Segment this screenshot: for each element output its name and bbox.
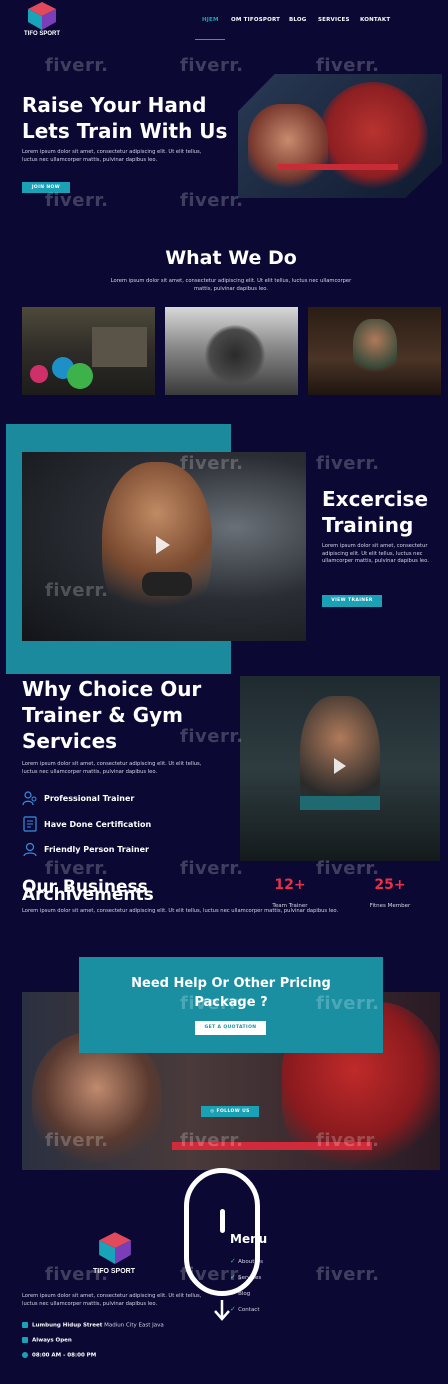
watermark-16: fiverr.: [180, 1130, 244, 1151]
watermark-13: fiverr.: [180, 993, 244, 1014]
service-image-2: [165, 307, 298, 395]
pricing-title-line1: Need Help Or Other Pricing: [131, 976, 331, 991]
hero-title: Raise Your Hand Lets Train With Us: [22, 92, 242, 144]
follow-us-label: FOLLOW US: [216, 1109, 250, 1114]
exercise-title-line2: Training: [322, 513, 414, 537]
exercise-text: Lorem ipsum dolor sit amet, consectetur …: [322, 543, 429, 564]
stat-fitness-member: 25+ Fitnes Member: [358, 877, 422, 909]
watermark-12: fiverr.: [316, 858, 380, 879]
watermark-7: fiverr.: [180, 453, 244, 474]
feature-friendly-trainer: Friendly Person Trainer: [22, 841, 149, 857]
view-trainer-button[interactable]: VIEW TRAINER: [322, 595, 382, 607]
watermark-20: fiverr.: [316, 1264, 380, 1285]
get-quotation-button[interactable]: GET A QUOTATION: [195, 1021, 266, 1035]
scroll-wheel: [220, 1209, 225, 1233]
friendly-person-icon: [23, 842, 37, 857]
watermark-15: fiverr.: [45, 1130, 109, 1151]
footer-hours: 08:00 AM - 08:00 PM: [22, 1352, 96, 1359]
service-image-1: [22, 307, 155, 395]
watermark-2: fiverr.: [180, 55, 244, 76]
watermark-3: fiverr.: [316, 55, 380, 76]
feature-professional-trainer: Professional Trainer: [22, 790, 134, 806]
scroll-mouse-icon[interactable]: [184, 1168, 260, 1296]
scroll-down-arrow-icon[interactable]: [212, 1298, 232, 1322]
open-text: Always Open: [32, 1337, 72, 1344]
follow-us-button[interactable]: ◎ FOLLOW US: [201, 1106, 259, 1117]
nav-item-om-tifosport[interactable]: OM TIFOSPORT: [231, 17, 280, 23]
hero-title-line1: Raise Your Hand: [22, 93, 207, 117]
watermark-11: fiverr.: [180, 858, 244, 879]
stat-label: Team Trainer: [272, 903, 308, 909]
hero-image: [238, 74, 442, 198]
exercise-title: Excercise Training: [322, 486, 442, 538]
location-icon: [22, 1322, 28, 1328]
exercise-video[interactable]: [22, 452, 306, 641]
footer-menu-item-contact[interactable]: ✓ Contact: [230, 1302, 263, 1318]
play-icon[interactable]: [334, 758, 346, 774]
feature-label: Friendly Person Trainer: [44, 844, 149, 854]
watermark-8: fiverr.: [316, 453, 380, 474]
watermark-10: fiverr.: [45, 858, 109, 879]
achievements-text: Lorem ipsum dolor sit amet, consectetur …: [22, 908, 339, 914]
logo[interactable]: TIFO SPORT: [24, 0, 60, 40]
hero-title-line2: Lets Train With Us: [22, 119, 228, 143]
nav-item-hjem[interactable]: HJEM: [202, 17, 219, 23]
play-icon[interactable]: [156, 536, 170, 554]
calendar-icon: [22, 1337, 28, 1343]
logo-icon: [99, 1232, 131, 1264]
feature-label: Have Done Certification: [44, 819, 152, 829]
footer-address: Lumbung Hidup Street Madiun City East Ja…: [22, 1322, 164, 1329]
why-title-line2: Trainer & Gym: [22, 703, 183, 727]
why-video[interactable]: [240, 676, 440, 861]
nav-active-indicator: [195, 39, 225, 40]
clock-icon: [22, 1352, 28, 1358]
feature-certification: Have Done Certification: [22, 816, 151, 832]
watermark-18: fiverr.: [45, 1264, 109, 1285]
feature-label: Professional Trainer: [44, 793, 135, 803]
address-street: Lumbung Hidup Street: [32, 1322, 103, 1329]
stat-team-trainer: 12+ Team Trainer: [258, 877, 322, 909]
watermark-14: fiverr.: [316, 993, 380, 1014]
what-we-do-text: Lorem ipsum dolor sit amet, consectetur …: [110, 278, 352, 292]
footer-open: Always Open: [22, 1337, 72, 1344]
stat-value: 12+: [274, 877, 306, 893]
achievements-title: Our Business Archivements: [22, 877, 222, 907]
stat-value: 25+: [374, 877, 406, 893]
watermark-6: fiverr.: [45, 580, 109, 601]
nav-item-services[interactable]: SERVICES: [318, 17, 350, 23]
watermark-4: fiverr.: [45, 190, 109, 211]
hours-text: 08:00 AM - 08:00 PM: [32, 1352, 97, 1359]
trainer-icon: [22, 791, 37, 806]
nav-item-blog[interactable]: BLOG: [289, 17, 307, 23]
brand-name: TIFO SPORT: [24, 31, 60, 37]
achievements-title-b: Archivements: [22, 885, 154, 905]
what-we-do-title: What We Do: [165, 247, 297, 269]
address-city: Madiun City East Java: [104, 1322, 164, 1329]
logo-icon: [28, 2, 56, 30]
why-text: Lorem ipsum dolor sit amet, consectetur …: [22, 761, 202, 775]
hero-text: Lorem ipsum dolor sit amet, consectetur …: [22, 149, 202, 163]
why-title-line1: Why Choice Our: [22, 677, 202, 701]
stat-label: Fitnes Member: [369, 903, 411, 909]
watermark-1: fiverr.: [45, 55, 109, 76]
nav-item-kontakt[interactable]: KONTAKT: [360, 17, 390, 23]
watermark-17: fiverr.: [316, 1130, 380, 1151]
footer-text: Lorem ipsum dolor sit amet, consectetur …: [22, 1293, 202, 1307]
service-image-3: [308, 307, 441, 395]
certificate-icon: [23, 816, 37, 832]
watermark-5: fiverr.: [180, 190, 244, 211]
watermark-9: fiverr.: [180, 726, 244, 747]
exercise-title-line1: Excercise: [322, 487, 429, 511]
